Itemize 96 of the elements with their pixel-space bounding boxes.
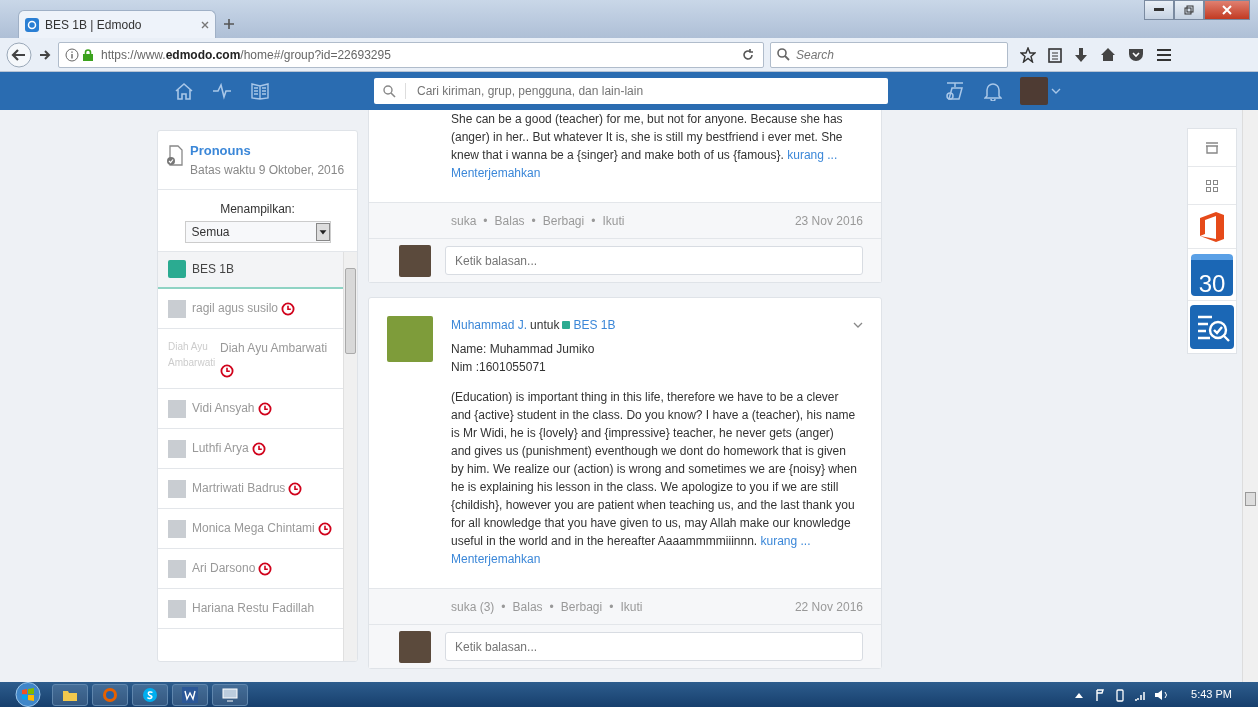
minimize-button[interactable] [1144,0,1174,20]
recipient-connector: untuk [530,317,560,334]
post-text: (Education) is important thing in this life, therefore we have to be a clever and {active} student in the class. Do you know? I have a (teacher), his name is Mr Widi, he is {lovely} and {impressive} teacher, he never gets (anger) and gives us (punishment) eventhough we dont do homework that is given by him. We realize our (action) is wrong and sometimes we are {noisy} when he is explaining his lesson in the class. We apologize to you if we are still {childish}, however you are patient when teaching us, and the last thank you for all knowledge that you have given to us, may Allah make our knowledge useful in the world and in the hereafter Aaaammmmiiinnn. kurang ... [451,389,858,550]
author-link[interactable]: Muhammad J. [451,316,528,334]
filter-label: Menampilkan: [219,200,296,218]
pocket-icon[interactable] [1128,47,1144,62]
star-icon[interactable] [1020,46,1036,63]
student-name[interactable]: Ari Darsono [192,558,256,578]
download-icon[interactable] [1074,46,1088,63]
word-taskbar-icon[interactable] [172,683,208,706]
student-avatar [168,519,186,538]
tab-title: BES 1B | Edmodo [45,16,143,34]
forward-icon[interactable] [38,47,52,62]
post-action-link[interactable]: suka (3) [451,597,495,616]
reply-field[interactable]: Ketik balasan... [445,246,863,275]
page-scrollbar[interactable] [1242,110,1258,682]
chevron-down-icon[interactable] [853,322,863,328]
store-icon [1205,141,1219,154]
lock-icon [83,48,93,61]
student-name[interactable]: Vidi Ansyah [192,398,255,418]
post-action-link[interactable]: Ikuti [620,597,643,616]
translate-link[interactable]: Menterjemahkan [451,164,541,182]
folder-taskbar-icon[interactable] [52,683,88,706]
student-avatar [168,559,186,578]
search-icon [777,48,790,61]
student-avatar [168,439,186,458]
group-name: BES 1B [192,261,235,278]
post-action-link[interactable]: suka [451,211,477,230]
less-link[interactable]: kurang ... [760,534,811,548]
info-icon[interactable] [65,47,79,62]
post-date: 23 Nov 2016 [794,212,863,230]
minimize-icon [1154,8,1164,12]
menu-icon[interactable] [1156,47,1172,62]
student-name[interactable]: ragil agus susilo [192,298,279,318]
bullet-separator: • [591,212,596,230]
post-date: 22 Nov 2016 [794,598,863,616]
chat-taskbar-icon[interactable] [132,683,168,706]
bell-icon[interactable] [984,81,1002,101]
user-avatar [399,630,431,663]
new-tab-icon[interactable] [224,19,234,29]
reply-field[interactable]: Ketik balasan... [445,632,863,661]
backpack-icon[interactable] [944,81,966,101]
student-avatar [168,399,186,418]
assignment-title[interactable]: Pronouns [190,141,345,161]
filter-dropdown[interactable]: Semua [184,220,331,243]
bullet-separator: • [609,598,614,616]
bullet-separator: • [549,598,554,616]
student-name[interactable]: Luthfi Arya [192,438,249,458]
student-avatar [168,479,186,498]
home-icon[interactable] [1100,47,1116,62]
group-link[interactable]: BES 1B [573,316,616,334]
post-action-link[interactable]: Ikuti [602,211,625,230]
pulse-icon[interactable] [212,82,232,100]
post-action-link[interactable]: Balas [494,211,525,230]
close-icon[interactable] [201,20,209,29]
bullet-separator: • [501,598,506,616]
clock-text[interactable]: 5:43 PM [1191,686,1232,703]
grid-icon [1206,179,1218,192]
search-icon [383,84,396,98]
student-name[interactable]: Martriwati Badrus [192,478,286,498]
edmodo-logo-icon [25,17,39,32]
restore-icon [1184,5,1194,15]
student-avatar [168,299,186,318]
student-name[interactable]: Monica Mega Chintami [192,518,315,538]
student-name[interactable]: Diah Ayu Ambarwati [220,338,328,358]
bullet-separator: • [531,212,536,230]
group-item[interactable]: BES 1B [158,251,344,289]
post-text: She can be a good (teacher) for me, but not for anyone. Because she has (anger) in her.. But whatever It is, she is still my bestfriend i ever met. She knew that i wanna be a {singer} and make both of us {famous}. kurang ... [451,111,844,164]
post-text: Nim :1601055071 [451,359,547,376]
browser-tab[interactable]: BES 1B | Edmodo [18,10,216,38]
post-action-link[interactable]: Berbagi [542,211,585,230]
restore-button[interactable] [1174,0,1204,20]
search-box[interactable]: Cari kiriman, grup, pengguna, dan lain-lain [374,78,888,104]
post-action-link[interactable]: Berbagi [560,597,603,616]
translate-link[interactable]: Menterjemahkan [451,550,541,568]
less-link[interactable]: kurang ... [787,148,838,162]
due-date-text: Batas waktu 9 Oktober, 2016 [190,161,345,179]
chevron-down-icon[interactable] [1051,88,1061,94]
clipboard-icon[interactable] [1048,46,1062,63]
post-text: Name: Muhammad Jumiko [451,341,596,358]
office-icon [1197,210,1227,243]
student-name[interactable]: Hariana Restu Fadillah [192,598,315,618]
close-button[interactable] [1204,0,1250,20]
post-action-link[interactable]: Balas [512,597,543,616]
reload-icon[interactable] [741,47,755,62]
scrollbar[interactable] [343,251,357,661]
monitor-taskbar-icon[interactable] [212,683,248,706]
bullet-separator: • [483,212,488,230]
book-icon[interactable] [250,82,270,100]
student-avatar [168,599,186,618]
document-check-icon [166,145,184,167]
list-search-icon [1190,305,1234,349]
close-icon [1222,5,1232,15]
browser-search-box[interactable]: Search [770,41,1008,68]
back-icon[interactable] [6,41,32,68]
user-avatar [399,244,431,277]
